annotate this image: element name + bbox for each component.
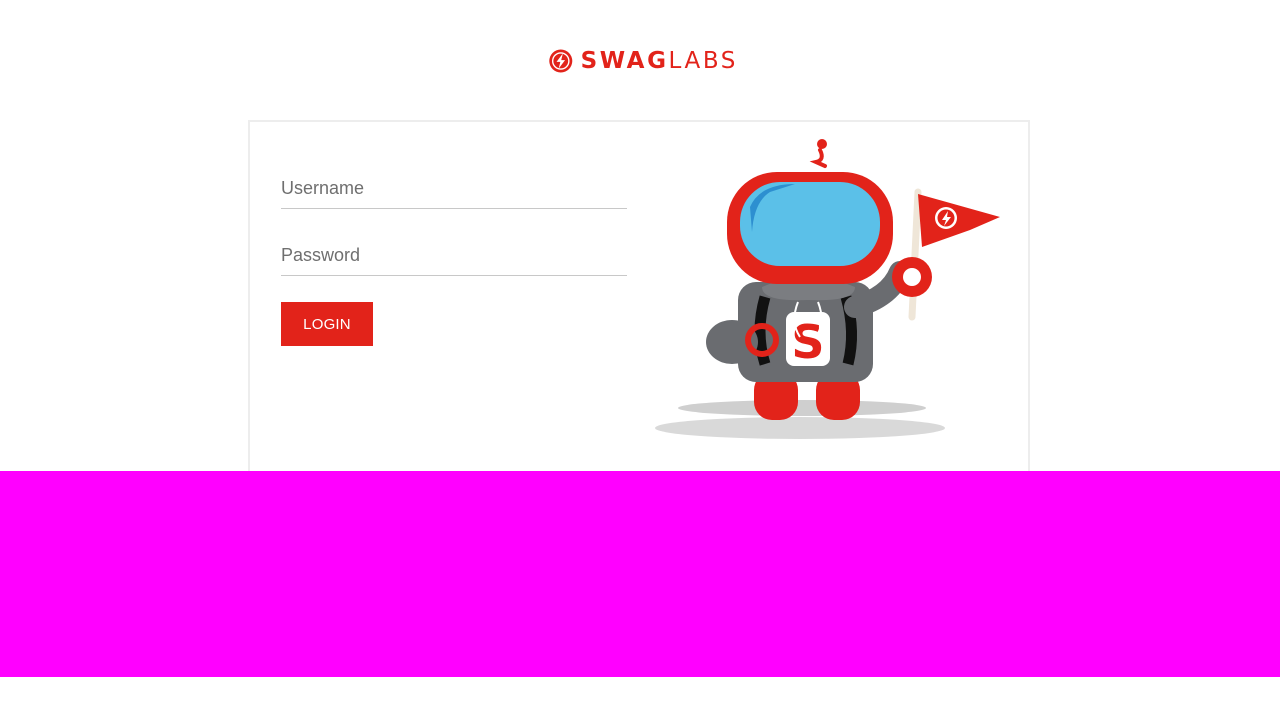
robot-mascot-with-flag-illustration: S bbox=[655, 139, 1000, 439]
login-button[interactable]: LOGIN bbox=[281, 302, 373, 346]
lightning-bolt-circle-icon bbox=[549, 49, 573, 73]
header: SWAGLABS bbox=[0, 0, 1280, 120]
username-input[interactable] bbox=[281, 169, 627, 209]
login-card: LOGIN S bbox=[248, 120, 1030, 480]
swag-labs-logo: SWAGLABS bbox=[548, 45, 738, 77]
svg-text:S: S bbox=[791, 315, 824, 369]
logo-text-swag: SWAG bbox=[580, 48, 669, 74]
password-input[interactable] bbox=[281, 236, 627, 276]
overlay-bar bbox=[0, 471, 1280, 677]
logo-wordmark: SWAGLABS bbox=[581, 46, 738, 76]
logo-text-labs: LABS bbox=[668, 48, 738, 74]
